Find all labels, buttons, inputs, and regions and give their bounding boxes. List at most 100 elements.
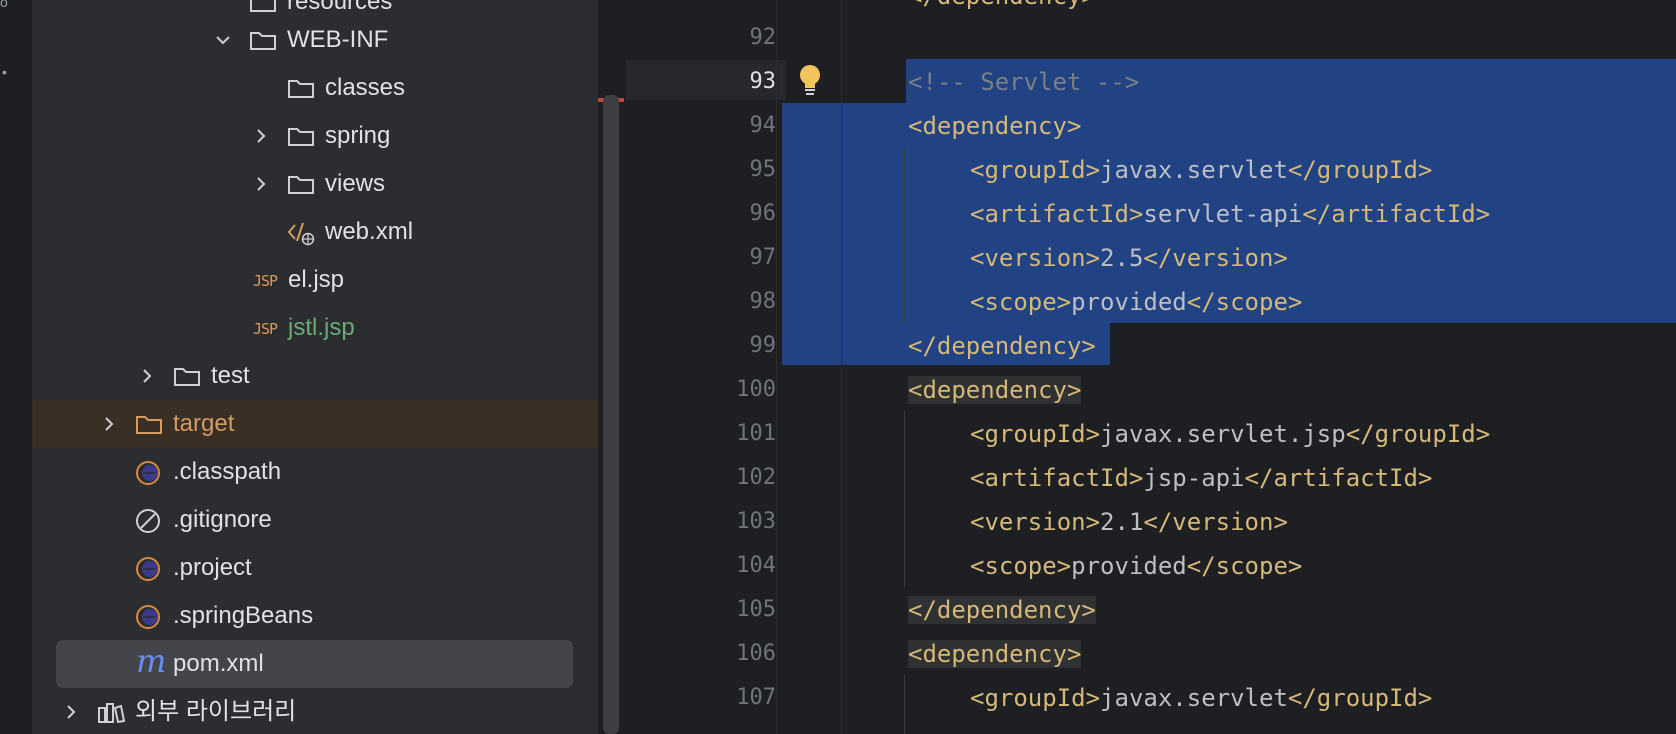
line-number-gutter[interactable]: 92 93 94 95 96 97 98 99 100 101 102 103 … <box>626 0 776 734</box>
code-line[interactable]: <scope>provided</scope> <box>970 280 1302 324</box>
xml-tag: </groupId> <box>1287 684 1433 712</box>
xml-tag: </scope> <box>1186 552 1303 580</box>
tree-item-classes[interactable]: classes <box>33 64 598 112</box>
code-line[interactable]: <artifactId>servlet-api</artifactId> <box>970 192 1490 236</box>
tree-item-pom-xml[interactable]: m pom.xml <box>56 640 573 688</box>
code-line[interactable]: <!-- Servlet --> <box>908 60 1139 104</box>
tree-item-label: el.jsp <box>288 266 345 293</box>
tree-item-test[interactable]: test <box>33 352 598 400</box>
xml-text: javax.servlet.jsp <box>1100 420 1346 448</box>
tree-item-web-xml[interactable]: web.xml <box>33 208 598 256</box>
tree-item-views[interactable]: views <box>33 160 598 208</box>
tree-item-label: WEB-INF <box>287 26 389 53</box>
xml-tag: </artifactId> <box>1302 200 1491 228</box>
chevron-right-icon[interactable] <box>251 174 271 194</box>
code-line[interactable]: <dependency> <box>908 368 1082 412</box>
project-tree[interactable]: resources WEB-INF classes spring views w… <box>33 0 598 734</box>
xml-tag: </dependency> <box>908 596 1096 624</box>
code-line[interactable]: <dependency> <box>908 632 1082 676</box>
ignore-file-icon <box>135 508 163 533</box>
lightbulb-icon[interactable] <box>796 63 824 97</box>
tree-item-label: pom.xml <box>173 650 264 677</box>
line-number-current: 93 <box>749 69 777 94</box>
code-line[interactable]: </dependency> <box>908 588 1096 632</box>
code-line[interactable]: <artifactId>jsp-api</artifactId> <box>970 456 1432 500</box>
code-line[interactable]: <version>2.1</version> <box>970 500 1288 544</box>
tree-item-project[interactable]: .project <box>33 544 598 592</box>
xml-tag: <groupId> <box>970 420 1101 448</box>
code-line[interactable]: <groupId>javax.servlet.jsp</groupId> <box>970 412 1490 456</box>
strip-glyph: o <box>0 0 8 10</box>
chevron-right-icon[interactable] <box>251 126 271 146</box>
indent-guide <box>904 411 905 587</box>
tree-item-label: .gitignore <box>173 506 272 533</box>
code-line[interactable]: <groupId>javax.servlet</groupId> <box>970 676 1432 720</box>
tree-item-label: views <box>325 170 386 197</box>
chevron-right-icon[interactable] <box>99 414 119 434</box>
line-number: 102 <box>736 465 776 490</box>
xml-file-icon <box>287 220 315 246</box>
tree-item-classpath[interactable]: .classpath <box>33 448 598 496</box>
tree-item-label: web.xml <box>325 218 414 245</box>
code-line[interactable]: </dependency> <box>908 324 1096 368</box>
tree-item-el-jsp[interactable]: JSP el.jsp <box>33 256 598 304</box>
eclipse-file-icon <box>135 604 163 629</box>
xml-text: jsp-api <box>1143 464 1245 492</box>
xml-tag: </dependency> <box>908 332 1096 360</box>
folder-icon <box>287 76 315 100</box>
strip-dot: • <box>2 64 7 80</box>
xml-text: provided <box>1071 552 1187 580</box>
tree-scrollbar[interactable] <box>603 95 619 734</box>
tree-item-jstl-jsp[interactable]: JSP jstl.jsp <box>33 304 598 352</box>
xml-tag: <dependency> <box>908 376 1082 404</box>
code-line[interactable]: </dependency> <box>908 0 1096 18</box>
line-number: 104 <box>736 553 776 578</box>
xml-tag: <scope> <box>970 552 1072 580</box>
tree-item-spring[interactable]: spring <box>33 112 598 160</box>
xml-tag: <groupId> <box>970 156 1101 184</box>
chevron-right-icon[interactable] <box>61 702 81 722</box>
xml-tag: <artifactId> <box>970 464 1144 492</box>
gutter-divider <box>776 0 777 734</box>
chevron-down-icon[interactable] <box>213 30 233 50</box>
code-line[interactable]: <scope>provided</scope> <box>970 544 1302 588</box>
fold-divider <box>841 0 842 734</box>
indent-guide <box>904 675 905 734</box>
tree-item-label: test <box>211 362 250 389</box>
xml-tag: <dependency> <box>908 640 1082 668</box>
xml-tag: <dependency> <box>908 112 1082 140</box>
line-number: 106 <box>736 641 776 666</box>
tree-item-external-libraries[interactable]: 외부 라이브러리 <box>33 688 598 734</box>
tree-item-gitignore[interactable]: .gitignore <box>33 496 598 544</box>
indent-guide <box>904 147 905 323</box>
tree-item-label: classes <box>325 74 406 101</box>
tree-item-target[interactable]: target <box>33 400 598 448</box>
tree-item-label: target <box>173 410 235 437</box>
line-number: 105 <box>736 597 776 622</box>
eclipse-file-icon <box>135 460 163 485</box>
xml-tag: <version> <box>970 244 1101 272</box>
code-line[interactable]: <dependency> <box>908 104 1081 148</box>
tree-item-web-inf[interactable]: WEB-INF <box>33 16 598 64</box>
line-number: 96 <box>749 201 777 226</box>
code-line[interactable]: <version>2.5</version> <box>970 236 1288 280</box>
tree-item-label: .project <box>173 554 252 581</box>
tree-item-label: jstl.jsp <box>288 314 355 341</box>
tree-item-springbeans[interactable]: .springBeans <box>33 592 598 640</box>
folder-icon <box>173 364 201 388</box>
line-number: 101 <box>736 421 776 446</box>
line-number: 97 <box>749 245 777 270</box>
xml-tag: <scope> <box>970 288 1072 316</box>
xml-tag: <artifactId> <box>970 200 1144 228</box>
xml-tag: </groupId> <box>1287 156 1433 184</box>
eclipse-file-icon <box>135 556 163 581</box>
code-editor[interactable]: 92 93 94 95 96 97 98 99 100 101 102 103 … <box>626 0 1676 734</box>
xml-text: servlet-api <box>1143 200 1303 228</box>
xml-tag: </dependency> <box>908 0 1096 10</box>
line-number: 98 <box>749 289 777 314</box>
excluded-folder-icon <box>135 412 163 436</box>
code-line[interactable]: <groupId>javax.servlet</groupId> <box>970 148 1432 192</box>
xml-tag: <groupId> <box>970 684 1101 712</box>
chevron-right-icon[interactable] <box>137 366 157 386</box>
tool-window-strip: o • <box>0 0 33 734</box>
